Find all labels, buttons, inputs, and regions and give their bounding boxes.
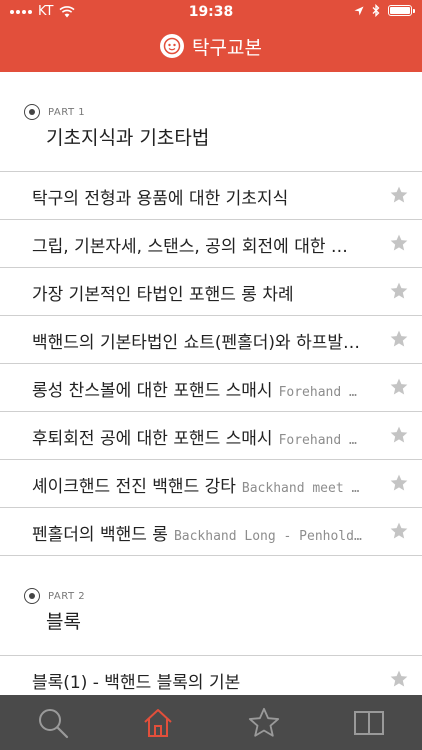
home-icon [144, 708, 172, 737]
lesson-title: 후퇴회전 공에 대한 포핸드 스매시 [32, 429, 273, 449]
location-arrow-icon [354, 6, 364, 15]
section-title: 기초지식과 기초타법 [46, 127, 210, 149]
star-icon [248, 707, 279, 737]
favorite-star-icon[interactable] [388, 520, 410, 542]
lesson-title: 롱성 찬스볼에 대한 포핸드 스매시 [32, 381, 273, 401]
favorite-star-icon[interactable] [388, 472, 410, 494]
tab-favorites[interactable] [211, 695, 317, 750]
lesson-item[interactable]: 백핸드의 기본타법인 쇼트(펜홀더)와 하프발… [0, 316, 422, 364]
tab-search[interactable] [0, 695, 106, 750]
status-bar: KT 19:38 [0, 0, 422, 24]
app-title: 탁구교본 [192, 36, 262, 59]
tab-home[interactable] [106, 695, 212, 750]
ping-pong-mascot-icon [160, 34, 185, 58]
tab-book[interactable] [317, 695, 422, 750]
lesson-item[interactable]: 그립, 기본자세, 스탠스, 공의 회전에 대한 … [0, 220, 422, 268]
section-header-part-2: PART 2 블록 [0, 556, 422, 656]
lesson-title: 그립, 기본자세, 스탠스, 공의 회전에 대한 … [32, 237, 348, 257]
lesson-subtitle: Forehand … [278, 385, 357, 400]
lesson-title: 백핸드의 기본타법인 쇼트(펜홀더)와 하프발… [32, 333, 360, 353]
bluetooth-icon [372, 4, 380, 17]
lesson-item[interactable]: 셰이크핸드 전진 백핸드 강타 Backhand meet … [0, 460, 422, 508]
lesson-item[interactable]: 후퇴회전 공에 대한 포핸드 스매시 Forehand … [0, 412, 422, 460]
lesson-item[interactable]: 블록(1) - 백핸드 블록의 기본 [0, 656, 422, 695]
lesson-title: 탁구의 전형과 용품에 대한 기초지식 [32, 189, 289, 209]
book-icon [354, 710, 385, 735]
part-label: PART 2 [48, 590, 86, 602]
app-header: KT 19:38 탁구교본 [0, 0, 422, 72]
bottom-tab-bar [0, 695, 422, 750]
favorite-star-icon[interactable] [388, 328, 410, 350]
lesson-item[interactable]: 롱성 찬스볼에 대한 포핸드 스매시 Forehand … [0, 364, 422, 412]
lesson-item[interactable]: 펜홀더의 백핸드 롱 Backhand Long - Penhold… [0, 508, 422, 556]
part-mascot-icon [24, 104, 40, 120]
lesson-title: 펜홀더의 백핸드 롱 [32, 525, 168, 545]
part-mascot-icon [24, 588, 40, 604]
favorite-star-icon[interactable] [388, 376, 410, 398]
lesson-item[interactable]: 탁구의 전형과 용품에 대한 기초지식 [0, 172, 422, 220]
lesson-title: 블록(1) - 백핸드 블록의 기본 [32, 673, 241, 693]
lesson-title: 셰이크핸드 전진 백핸드 강타 [32, 477, 236, 497]
favorite-star-icon[interactable] [388, 280, 410, 302]
favorite-star-icon[interactable] [388, 184, 410, 206]
section-header-part-1: PART 1 기초지식과 기초타법 [0, 72, 422, 172]
lesson-title: 가장 기본적인 타법인 포핸드 롱 차례 [32, 285, 294, 305]
favorite-star-icon[interactable] [388, 668, 410, 690]
section-title: 블록 [46, 611, 81, 633]
part-label: PART 1 [48, 106, 86, 118]
favorite-star-icon[interactable] [388, 232, 410, 254]
lesson-list: PART 1 기초지식과 기초타법 탁구의 전형과 용품에 대한 기초지식 그립… [0, 72, 422, 695]
lesson-subtitle: Backhand Long - Penhold… [173, 529, 362, 544]
lesson-subtitle: Backhand meet … [241, 481, 360, 496]
lesson-item[interactable]: 가장 기본적인 타법인 포핸드 롱 차례 [0, 268, 422, 316]
favorite-star-icon[interactable] [388, 424, 410, 446]
battery-icon [388, 5, 415, 16]
search-icon [38, 708, 68, 738]
lesson-subtitle: Forehand … [278, 433, 357, 448]
